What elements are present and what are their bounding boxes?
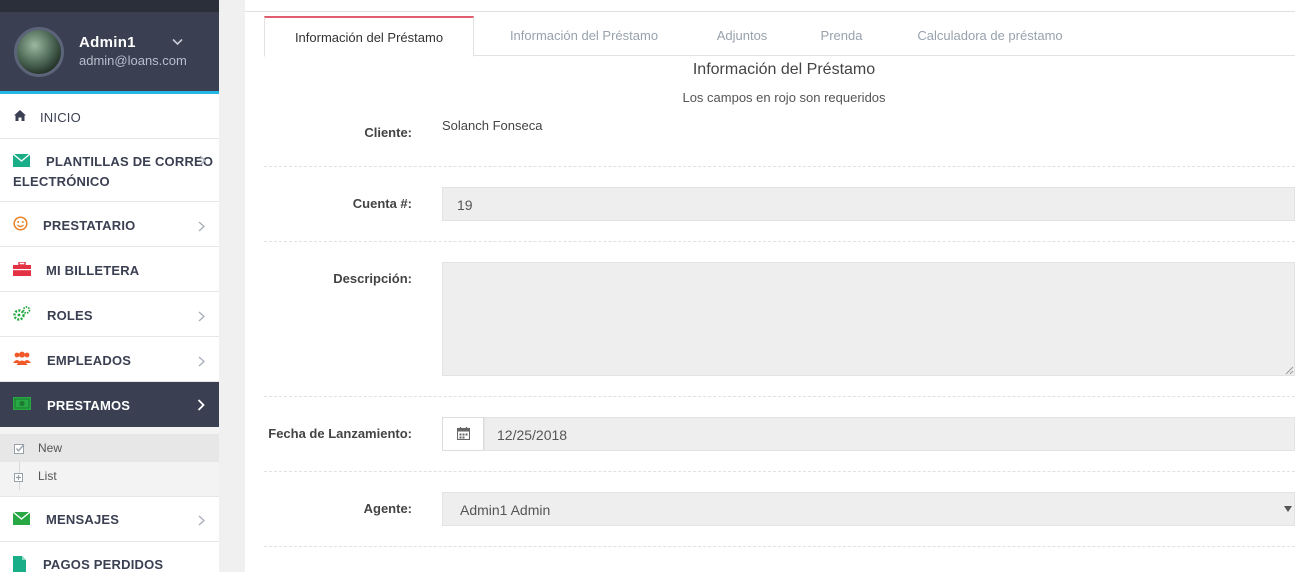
chevron-right-icon: [199, 153, 207, 169]
sidebar-item-label: PLANTILLAS DE CORREO: [46, 154, 214, 169]
sidebar-topbar: [0, 0, 219, 12]
check-square-icon: [14, 443, 25, 454]
form-subtitle: Los campos en rojo son requeridos: [682, 90, 886, 105]
smile-icon: [13, 216, 31, 231]
fecha-label: Fecha de Lanzamiento:: [268, 426, 412, 441]
chevron-right-icon: [197, 398, 205, 414]
cliente-label: Cliente:: [364, 125, 412, 140]
tab-bar: Información del Préstamo Información del…: [264, 16, 1295, 57]
tab-informacion-prestamo[interactable]: Información del Préstamo: [264, 16, 474, 57]
chevron-right-icon: [198, 513, 206, 529]
sidebar-item-label: INICIO: [40, 110, 81, 125]
submenu-item-list[interactable]: List: [0, 462, 219, 490]
tab-prenda[interactable]: Prenda: [804, 16, 879, 56]
form-title: Información del Préstamo: [692, 61, 876, 78]
file-icon: [13, 556, 31, 572]
cuenta-label: Cuenta #:: [352, 196, 412, 211]
briefcase-icon: [13, 261, 31, 276]
sidebar-item-mi-billetera[interactable]: MI BILLETERA: [0, 247, 219, 292]
agente-selected-value: Admin1 Admin: [460, 502, 551, 518]
envelope-icon: [12, 511, 31, 526]
sidebar-item-roles[interactable]: ROLES: [0, 292, 219, 337]
top-header-strip: [245, 0, 1295, 12]
resize-handle-icon[interactable]: [1285, 366, 1294, 375]
chevron-down-icon: [1284, 504, 1292, 515]
sidebar-item-empleados[interactable]: EMPLEADOS: [0, 337, 219, 382]
tab-informacion-prestamo-2[interactable]: Información del Préstamo: [486, 16, 682, 56]
prestamos-submenu: New List: [0, 427, 219, 497]
calendar-icon: [456, 427, 471, 445]
sidebar-item-label: MENSAJES: [46, 512, 120, 527]
agente-select[interactable]: Admin1 Admin: [442, 492, 1295, 526]
descripcion-textarea[interactable]: [442, 262, 1295, 376]
sidebar-item-plantillas[interactable]: PLANTILLAS DE CORREO ELECTRÓNICO: [0, 139, 219, 202]
sidebar-item-pagos-perdidos[interactable]: PAGOS PERDIDOS: [0, 542, 219, 572]
user-email: admin@loans.com: [79, 53, 187, 68]
sidebar-item-prestatario[interactable]: PRESTATARIO: [0, 202, 219, 247]
tab-calculadora[interactable]: Calculadora de préstamo: [904, 16, 1076, 56]
sidebar-item-label: PRESTATARIO: [43, 218, 136, 233]
sidebar-item-label: ROLES: [47, 308, 93, 323]
user-name: Admin1: [79, 34, 136, 51]
cuenta-input[interactable]: 19: [442, 187, 1295, 221]
sidebar-item-mensajes[interactable]: MENSAJES: [0, 497, 219, 542]
sidebar: Admin1 admin@loans.com INICIO PLANTILLAS…: [0, 0, 219, 572]
cogs-icon: [13, 306, 31, 321]
main-content: Información del Préstamo Información del…: [245, 0, 1295, 572]
submenu-item-new[interactable]: New: [0, 434, 219, 462]
money-icon: [13, 397, 31, 411]
chevron-down-icon[interactable]: [172, 35, 183, 49]
envelope-icon: [12, 153, 31, 168]
agente-label: Agente:: [363, 501, 412, 516]
fecha-lanzamiento-input[interactable]: 12/25/2018: [484, 417, 1295, 451]
sidebar-item-label-line2: ELECTRÓNICO: [13, 174, 110, 189]
sidebar-item-label: EMPLEADOS: [47, 353, 132, 368]
layout-gutter: [219, 0, 245, 572]
calendar-addon[interactable]: [442, 417, 484, 451]
sidebar-item-label: MI BILLETERA: [46, 263, 140, 278]
descripcion-label: Descripción:: [333, 271, 412, 286]
users-icon: [13, 351, 31, 365]
cliente-value: Solanch Fonseca: [442, 118, 543, 133]
row-divider: [264, 166, 1295, 167]
sidebar-item-prestamos[interactable]: PRESTAMOS: [0, 382, 219, 434]
home-icon: [13, 109, 31, 123]
submenu-label: New: [38, 441, 63, 455]
chevron-right-icon: [198, 219, 206, 235]
sidebar-item-inicio[interactable]: INICIO: [0, 94, 219, 139]
user-profile[interactable]: Admin1 admin@loans.com: [0, 12, 219, 94]
chevron-right-icon: [198, 354, 206, 370]
row-divider: [264, 241, 1295, 242]
submenu-label: List: [38, 469, 57, 483]
sidebar-item-label: PRESTAMOS: [47, 398, 131, 413]
row-divider: [264, 546, 1295, 547]
chevron-right-icon: [198, 309, 206, 325]
sidebar-item-label: PAGOS PERDIDOS: [43, 557, 164, 572]
row-divider: [264, 396, 1295, 397]
row-divider: [264, 471, 1295, 472]
plus-square-icon: [14, 471, 24, 482]
tab-adjuntos[interactable]: Adjuntos: [702, 16, 782, 56]
avatar: [14, 27, 64, 77]
